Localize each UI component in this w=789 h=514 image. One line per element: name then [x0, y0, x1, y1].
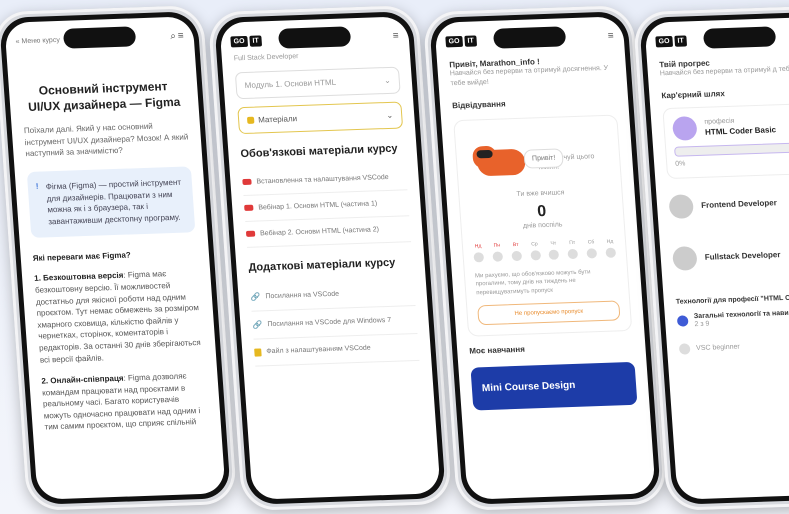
- benefit-text: : Figma має безкоштовну версію. Її можли…: [34, 269, 201, 365]
- material-item[interactable]: Вебінар 2. Основи HTML (частина 2): [245, 216, 412, 248]
- module-select-value: Модуль 1. Основи HTML: [244, 77, 337, 90]
- goit-logo: GO IT: [655, 34, 688, 47]
- career-step[interactable]: Frontend Developer: [668, 189, 789, 219]
- profession-name: HTML Coder Basic: [704, 125, 777, 137]
- day-indicator: Пт: [567, 239, 579, 259]
- week-days: Нд Пн Вт Ср Чт Пт Сб Нд: [473, 238, 617, 263]
- back-to-menu-link[interactable]: « Меню курсу: [15, 36, 60, 45]
- benefit-paragraph: 2. Онлайн-співпраця: Figma дозволяє кома…: [41, 370, 209, 434]
- day-label: Ср: [531, 241, 538, 248]
- tech-icon: [678, 343, 691, 356]
- avatar: [671, 245, 698, 271]
- day-label: Сб: [587, 239, 595, 246]
- my-learning-heading: Моє навчання: [468, 344, 526, 356]
- goit-logo: GO IT: [230, 34, 263, 47]
- lesson-intro: Поїхали далі. Який у нас основний інстру…: [23, 121, 189, 159]
- tip-callout: ! Фігма (Figma) — простий інструмент для…: [26, 166, 196, 239]
- course-card[interactable]: Mini Course Design: [470, 361, 638, 411]
- material-item-label: Вебінар 2. Основи HTML (частина 2): [259, 226, 380, 238]
- day-indicator: Ср: [529, 241, 541, 261]
- day-indicator: Нд: [473, 243, 485, 263]
- tip-text: Фігма (Figma) — простий інструмент для д…: [45, 177, 182, 227]
- career-step[interactable]: Fullstack Developer: [671, 241, 789, 271]
- day-label: Нд: [474, 243, 482, 250]
- progress-bar: [674, 141, 789, 157]
- benefit-title: 2. Онлайн-співпраця: [41, 373, 124, 386]
- materials-select-value: Матеріали: [257, 113, 298, 125]
- day-indicator: Пн: [492, 242, 503, 262]
- materials-icon: [246, 116, 255, 125]
- material-item-label: Вебінар 1. Основи HTML (частина 1): [258, 200, 378, 212]
- tech-title: Технології для професії "HTML Co: [675, 294, 789, 306]
- attendance-heading: Відвідування: [451, 98, 506, 110]
- extra-materials-heading: Додаткові матеріали курсу: [248, 256, 396, 274]
- material-item[interactable]: Файл з налаштуванням VSCode: [253, 333, 420, 367]
- course-title: Mini Course Design: [481, 379, 576, 395]
- mascot-bubble: Привіт!: [523, 148, 564, 169]
- streak-label: Ти вже вчишся: [516, 189, 565, 199]
- day-label: Пт: [569, 239, 576, 246]
- menu-icon[interactable]: ≡: [392, 30, 399, 41]
- material-item-label: Файл з налаштуванням VSCode: [266, 344, 371, 356]
- module-select[interactable]: Модуль 1. Основи HTML ⌄: [234, 66, 401, 100]
- material-item-label: Встановлення та налаштування VSCode: [256, 173, 389, 186]
- tech-icon: [676, 315, 689, 328]
- materials-select[interactable]: Матеріали ⌄: [237, 101, 404, 134]
- avatar: [671, 115, 698, 141]
- phone-figma-lesson: « Меню курсу ⌕ ≡ Основний інструмент UI/…: [0, 4, 238, 512]
- material-item-label: Посилання на VSCode для Windows 7: [267, 316, 392, 328]
- day-label: Вт: [512, 241, 519, 248]
- file-icon: [254, 348, 262, 357]
- required-materials-heading: Обов'язкові матеріали курсу: [240, 142, 398, 160]
- skip-button[interactable]: Не пропускаємо пропуск: [477, 300, 621, 326]
- progress-value: 0%: [675, 160, 686, 168]
- video-icon: [245, 230, 256, 238]
- day-indicator: Чт: [548, 240, 560, 260]
- career-step-label: Frontend Developer: [700, 198, 778, 210]
- link-icon: 🔗: [250, 292, 261, 302]
- tech-label: VSC beginner: [695, 343, 741, 353]
- chevron-down-icon: ⌄: [386, 110, 394, 120]
- attendance-note: Ми рахуємо, що обов'язково можуть бути п…: [474, 269, 591, 296]
- link-icon: 🔗: [252, 320, 263, 330]
- phone-dashboard: GO IT ≡ Привіт, Marathon_info ! Навчайся …: [422, 4, 668, 512]
- tech-item[interactable]: Загальні технології та нави 2 з 9: [676, 308, 789, 330]
- benefit-paragraph: 1. Безкоштовна версія: Figma має безкошт…: [34, 267, 204, 365]
- day-indicator: Вт: [510, 241, 522, 261]
- goit-logo: GO IT: [445, 34, 478, 47]
- section-subtitle: Які переваги має Figma?: [32, 250, 132, 264]
- avatar: [668, 193, 695, 219]
- video-icon: [242, 179, 252, 186]
- day-label: Чт: [550, 240, 557, 247]
- phone-course-materials: GO IT ≡ Full Stack Developer Модуль 1. Ос…: [207, 4, 453, 512]
- lesson-title: Основний інструмент UI/UX дизайнера — Fi…: [27, 79, 181, 114]
- day-indicator: Нд: [605, 238, 617, 258]
- chevron-down-icon: ⌄: [383, 75, 392, 85]
- attendance-card: Привіт! Не закінчуй цього тижня! Ти вже …: [453, 114, 633, 337]
- career-title: Кар'єрний шлях: [661, 88, 726, 101]
- day-label: Пн: [493, 242, 501, 249]
- search-icon[interactable]: ⌕: [170, 30, 176, 41]
- course-subtitle: Full Stack Developer: [233, 53, 299, 63]
- menu-icon[interactable]: ≡: [177, 30, 184, 41]
- material-item-label: Посилання на VSCode: [265, 290, 340, 301]
- bubble-text: Привіт!: [531, 154, 556, 163]
- info-icon: !: [35, 181, 39, 191]
- career-step-label: Fullstack Developer: [704, 250, 781, 262]
- profession-card[interactable]: професія HTML Coder Basic 0%: [662, 102, 789, 179]
- day-indicator: Сб: [586, 239, 598, 259]
- video-icon: [244, 204, 254, 212]
- menu-icon[interactable]: ≡: [607, 30, 614, 41]
- tech-item[interactable]: VSC beginner: [678, 338, 789, 356]
- day-label: Нд: [606, 238, 614, 245]
- showcase-stage: « Меню курсу ⌕ ≡ Основний інструмент UI/…: [0, 0, 789, 514]
- benefit-title: 1. Безкоштовна версія: [33, 271, 124, 284]
